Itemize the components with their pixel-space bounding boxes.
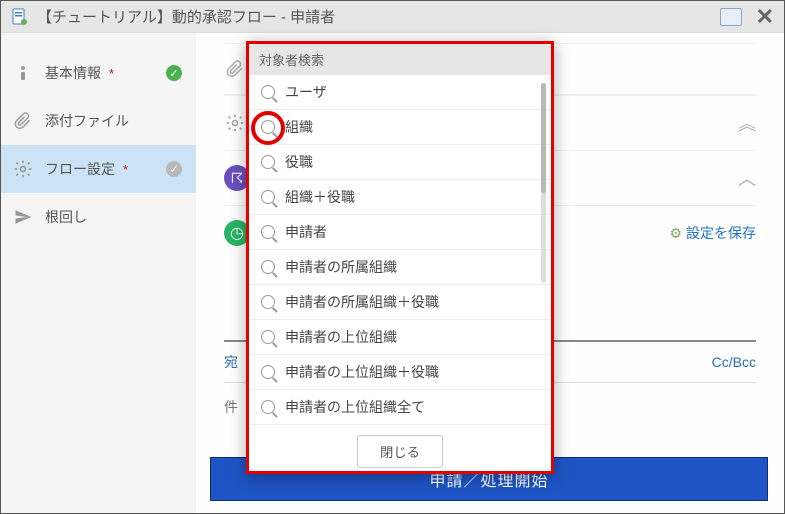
search-option-applicant[interactable]: 申請者 (249, 215, 551, 250)
send-icon (13, 207, 33, 227)
search-option-applicant-org-position[interactable]: 申請者の所属組織＋役職 (249, 285, 551, 320)
window-tool-button[interactable] (720, 8, 742, 26)
search-option-user[interactable]: ユーザ (249, 75, 551, 110)
sidebar-item-attachments[interactable]: 添付ファイル (1, 97, 196, 145)
gear-icon (224, 112, 246, 134)
chevron-up-icon: ︿ (738, 165, 756, 191)
window-title: 【チュートリアル】動的承認フロー - 申請者 (37, 6, 720, 27)
ccbcc-link[interactable]: Cc/Bcc (712, 354, 756, 370)
sidebar-item-label: フロー設定 (45, 159, 115, 179)
target-search-modal: 対象者検索 ユーザ 組織 役職 組織＋役職 申請者 申請者の所属組織 申請者の所… (246, 41, 554, 474)
search-option-label: 申請者の上位組織全て (285, 397, 425, 417)
close-label: 閉じる (380, 445, 420, 460)
modal-body: ユーザ 組織 役職 組織＋役職 申請者 申請者の所属組織 申請者の所属組織＋役職… (249, 75, 551, 425)
search-option-label: 組織＋役職 (285, 187, 355, 207)
search-option-label: 申請者の所属組織＋役職 (285, 292, 439, 312)
scrollbar[interactable] (541, 83, 546, 283)
search-option-applicant-upper-org[interactable]: 申請者の上位組織 (249, 320, 551, 355)
search-option-label: ユーザ (285, 82, 327, 102)
gear-icon: ⚙ (669, 225, 682, 242)
sidebar-item-flow-settings[interactable]: フロー設定 * ✓ (1, 145, 196, 193)
search-icon (261, 295, 275, 309)
paperclip-icon (13, 111, 33, 131)
titlebar: 【チュートリアル】動的承認フロー - 申請者 ✕ (1, 1, 784, 33)
search-icon (261, 190, 275, 204)
document-icon (11, 8, 29, 26)
search-option-label: 申請者の上位組織＋役職 (285, 362, 439, 382)
search-icon (261, 400, 275, 414)
search-option-label: 申請者の上位組織 (285, 327, 397, 347)
search-option-label: 申請者の所属組織 (285, 257, 397, 277)
required-star: * (123, 162, 128, 177)
save-label: 設定を保存 (686, 223, 756, 243)
required-star: * (109, 66, 114, 81)
modal-footer: 閉じる (249, 425, 551, 478)
sidebar-item-label: 根回し (45, 207, 87, 227)
search-icon (261, 120, 275, 134)
sidebar-item-label: 添付ファイル (45, 111, 129, 131)
close-icon[interactable]: ✕ (756, 4, 774, 30)
modal-header: 対象者検索 (249, 44, 551, 75)
search-option-label: 組織 (285, 117, 313, 137)
search-option-position[interactable]: 役職 (249, 145, 551, 180)
search-icon (261, 365, 275, 379)
paperclip-icon (224, 58, 246, 80)
search-option-applicant-org[interactable]: 申請者の所属組織 (249, 250, 551, 285)
subject-label: 件 (224, 399, 238, 415)
search-option-applicant-upper-org-position[interactable]: 申請者の上位組織＋役職 (249, 355, 551, 390)
search-icon (261, 155, 275, 169)
sidebar-item-label: 基本情報 (45, 63, 101, 83)
search-option-org-position[interactable]: 組織＋役職 (249, 180, 551, 215)
search-option-label: 役職 (285, 152, 313, 172)
check-icon: ✓ (166, 161, 182, 177)
search-icon (261, 225, 275, 239)
search-option-applicant-upper-org-all[interactable]: 申請者の上位組織全て (249, 390, 551, 425)
sidebar-item-basic-info[interactable]: 基本情報 * ✓ (1, 49, 196, 97)
chevron-up-icon: ︽ (738, 110, 756, 136)
save-settings-link[interactable]: ⚙ 設定を保存 (669, 223, 756, 243)
recipient-label: 宛 (224, 352, 238, 372)
check-icon: ✓ (166, 65, 182, 81)
sidebar: 基本情報 * ✓ 添付ファイル フロー設定 * ✓ 根回し (1, 33, 196, 513)
gear-icon (13, 159, 33, 179)
modal-close-button[interactable]: 閉じる (357, 435, 443, 468)
search-icon (261, 260, 275, 274)
search-type-list: ユーザ 組織 役職 組織＋役職 申請者 申請者の所属組織 申請者の所属組織＋役職… (249, 75, 551, 425)
search-option-org[interactable]: 組織 (249, 110, 551, 145)
search-icon (261, 330, 275, 344)
search-icon (261, 85, 275, 99)
search-option-label: 申請者 (285, 222, 327, 242)
info-icon (13, 63, 33, 83)
sidebar-item-nemawashi[interactable]: 根回し (1, 193, 196, 241)
